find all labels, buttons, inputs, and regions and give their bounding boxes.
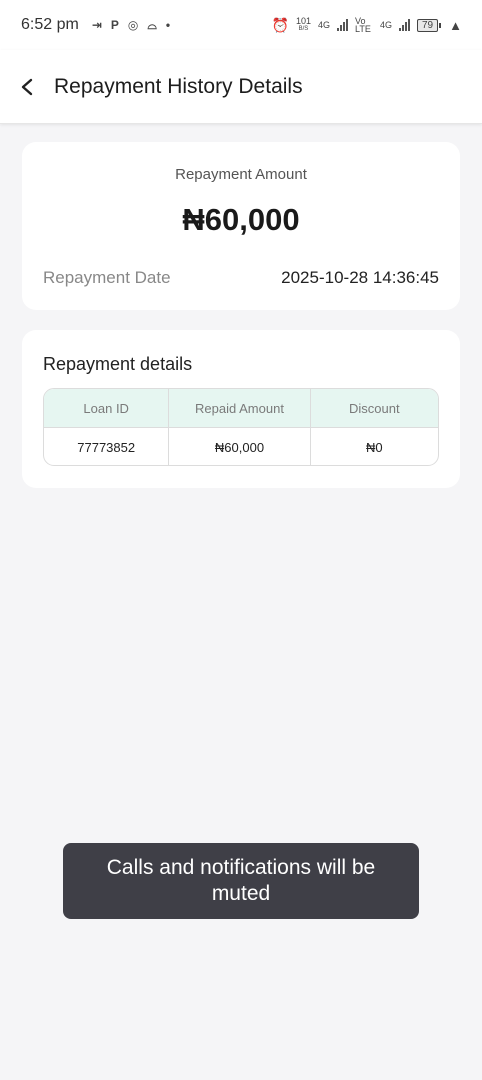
toast-message: Calls and notifications will be muted (63, 843, 419, 919)
status-left: 6:52 pm ⇥ P ◎ ⌓ • (21, 16, 170, 34)
flask-icon: ▲ (449, 17, 462, 33)
alarm-icon: ⏰ (271, 16, 289, 33)
status-right: ⏰ 101 B/S 4G Vo LTE 4G 79 ▲ (272, 17, 463, 34)
repayment-details-card: Repayment details Loan ID Repaid Amount … (22, 330, 460, 488)
discount-cell: ₦0 (366, 440, 383, 455)
repayment-amount-value: ₦60,000 (182, 202, 300, 237)
network-type-1: 4G (317, 20, 330, 30)
status-bar: 6:52 pm ⇥ P ◎ ⌓ • ⏰ 101 B/S 4G Vo LTE 4G… (0, 0, 482, 50)
more-notifications-dot-icon: • (165, 18, 171, 32)
repaid-amount-cell: ₦60,000 (169, 428, 311, 465)
loan-id-cell: 77773852 (44, 428, 170, 465)
signal-strength-icon-2 (399, 19, 410, 31)
repayment-summary-card: Repayment Amount ₦60,000 Repayment Date … (22, 142, 460, 310)
app-header: Repayment History Details (0, 50, 482, 124)
whatsapp-icon: ◎ (127, 18, 139, 32)
battery-icon: 79 (417, 18, 442, 32)
column-header-discount: Discount (349, 400, 400, 416)
volte-label: Vo LTE (354, 16, 371, 34)
repayment-amount-label: Repayment Amount (175, 166, 307, 183)
repayment-date-value: 2025-10-28 14:36:45 (281, 268, 439, 287)
column-header-loan-id: Loan ID (44, 389, 170, 427)
missed-call-icon: ⌓ (147, 17, 157, 32)
table-row: 77773852 ₦60,000 ₦0 (44, 428, 438, 465)
repayment-date-label: Repayment Date (43, 268, 171, 287)
network-type-2: 4G (379, 20, 392, 30)
parking-notification-icon: P (110, 18, 119, 32)
column-header-repaid-amount: Repaid Amount (169, 389, 311, 427)
status-time: 6:52 pm (21, 16, 79, 33)
data-speed-unit: B/S (298, 26, 309, 32)
table-header-row: Loan ID Repaid Amount Discount (44, 389, 438, 428)
app-notification-icon: ⇥ (91, 18, 102, 32)
data-speed: 101 B/S (296, 17, 311, 33)
repayment-details-title: Repayment details (43, 354, 193, 374)
data-speed-value: 101 (295, 16, 311, 26)
signal-strength-icon (336, 19, 348, 31)
back-button[interactable] (0, 50, 54, 124)
chevron-left-icon (21, 78, 33, 95)
repayment-details-table: Loan ID Repaid Amount Discount 77773852 … (43, 388, 439, 466)
page-title: Repayment History Details (54, 74, 303, 98)
